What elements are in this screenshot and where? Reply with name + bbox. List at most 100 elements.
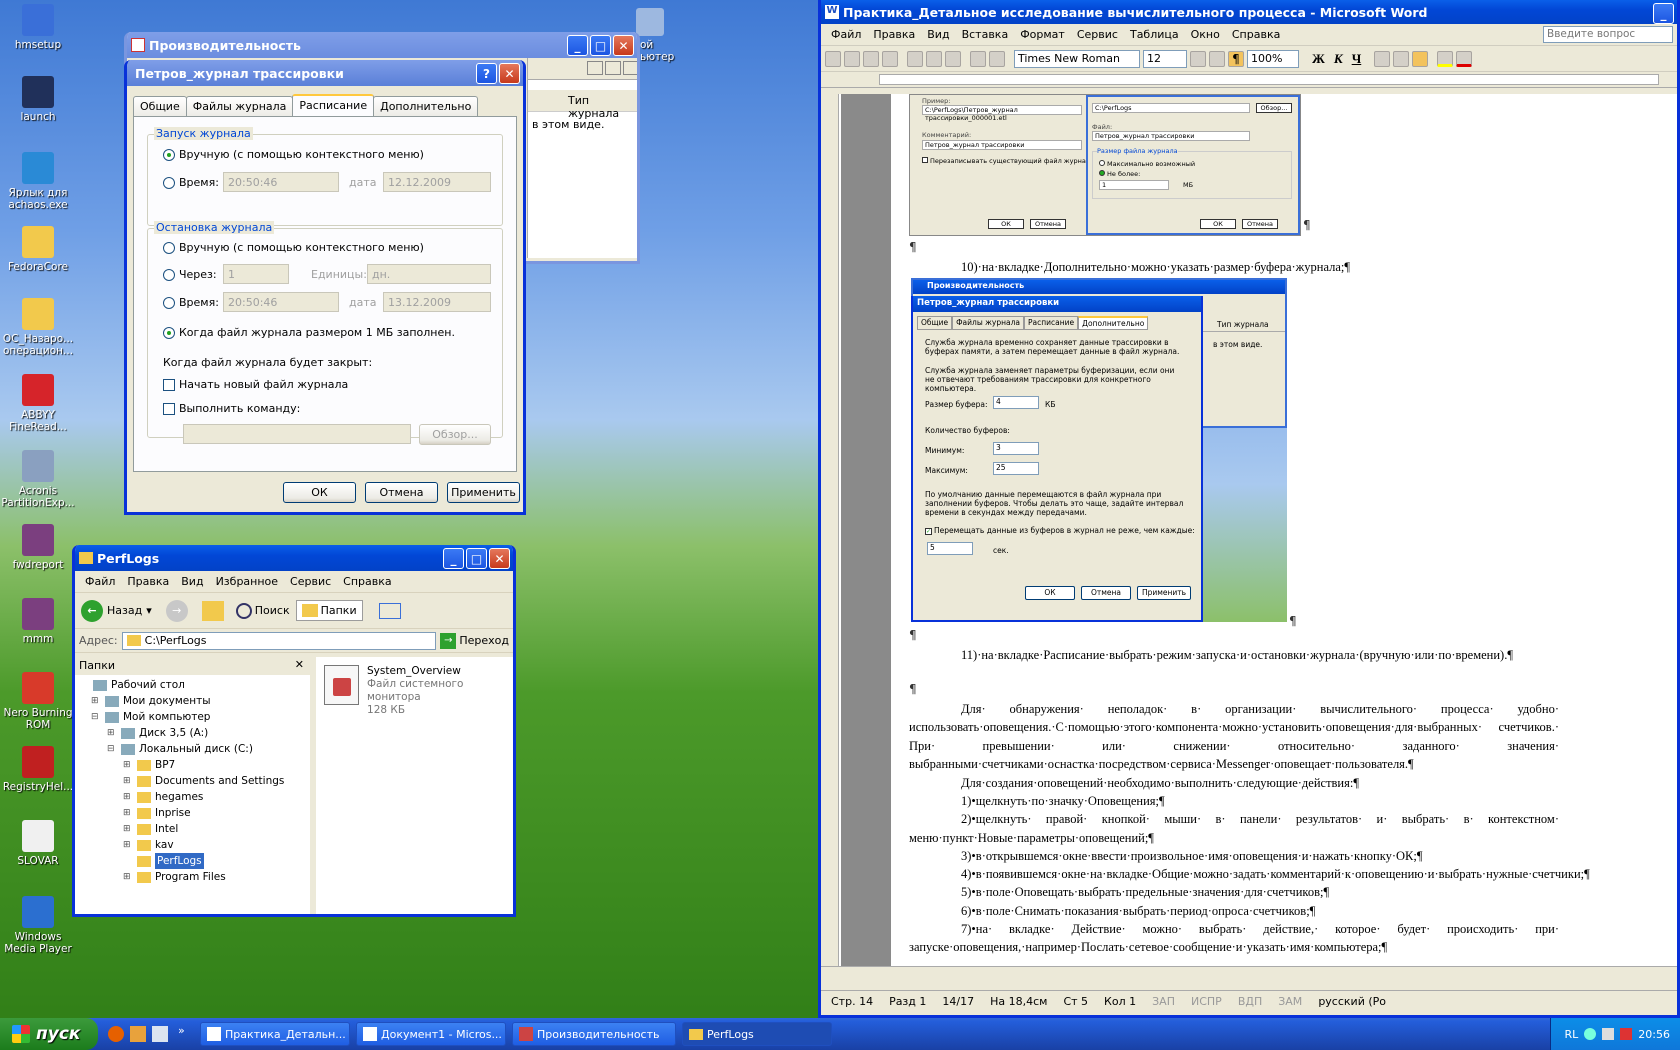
new-file-checkbox[interactable]: [163, 379, 175, 391]
redo-icon[interactable]: [989, 50, 1005, 67]
start-date-input[interactable]: 12.12.2009: [383, 172, 491, 192]
status-ovr[interactable]: ЗАМ: [1278, 995, 1302, 1008]
cut-icon[interactable]: [926, 50, 942, 67]
taskbar-word[interactable]: Практика_Детальн...: [200, 1022, 350, 1046]
network-icon[interactable]: [1584, 1028, 1597, 1040]
menu-help[interactable]: Справка: [1226, 26, 1286, 43]
save-icon[interactable]: [863, 50, 879, 67]
desktop-icon[interactable]: SLOVAR: [0, 820, 76, 867]
address-input[interactable]: C:\PerfLogs: [121, 631, 437, 650]
justify-icon[interactable]: [1412, 50, 1429, 67]
expand-toggle-icon[interactable]: ⊟: [107, 741, 117, 757]
close-button[interactable]: ✕: [489, 548, 510, 569]
table-icon[interactable]: [1190, 50, 1206, 67]
desktop-icon[interactable]: ABBYY FineRead...: [0, 374, 76, 433]
menu-tools[interactable]: Сервис: [1071, 26, 1124, 43]
word-window[interactable]: W Практика_Детальное исследование вычисли…: [818, 0, 1680, 1018]
stop-time-input[interactable]: 20:50:46: [223, 292, 339, 312]
tree-item[interactable]: ⊞ Inprise: [75, 805, 310, 821]
minimize-button[interactable]: _: [567, 35, 588, 56]
back-button[interactable]: ← Назад ▾: [81, 599, 152, 622]
menu-window[interactable]: Окно: [1185, 26, 1226, 43]
tree-item[interactable]: ⊟ Мой компьютер: [75, 709, 310, 725]
volume-icon[interactable]: [1602, 1028, 1615, 1040]
step-item[interactable]: 7)•на· вкладке· Действие· можно· выбрать…: [909, 920, 1559, 957]
desktop-icon[interactable]: Windows Media Player: [0, 896, 76, 955]
desktop-icon[interactable]: FedoraCore: [0, 226, 76, 273]
expand-toggle-icon[interactable]: ⊞: [123, 805, 133, 821]
antivirus-icon[interactable]: [1620, 1028, 1633, 1040]
explorer-window[interactable]: PerfLogs _ □ ✕ Файл Правка Вид Избранное С…: [72, 545, 516, 917]
new-icon[interactable]: [825, 50, 841, 67]
notepad-icon[interactable]: [152, 1026, 168, 1042]
clock[interactable]: 20:56: [1638, 1028, 1670, 1041]
tree-item[interactable]: PerfLogs: [75, 853, 310, 869]
desktop-icon[interactable]: mmm: [0, 598, 76, 645]
run-cmd-checkbox[interactable]: [163, 403, 175, 415]
tab-advanced[interactable]: Дополнительно: [373, 96, 479, 117]
tree-item[interactable]: Рабочий стол: [75, 677, 310, 693]
taskbar-perflogs[interactable]: PerfLogs: [682, 1022, 832, 1046]
expand-toggle-icon[interactable]: ⊟: [91, 709, 101, 725]
tree-item[interactable]: ⊞ BP7: [75, 757, 310, 773]
taskbar-doc1[interactable]: Документ1 - Micros...: [356, 1022, 506, 1046]
minimize-button[interactable]: _: [443, 548, 464, 569]
dialog-close-button[interactable]: ✕: [499, 63, 520, 84]
format-painter-icon[interactable]: [945, 50, 961, 67]
language-indicator[interactable]: RL: [1565, 1028, 1579, 1041]
step-item[interactable]: 5)•в·поле·Оповещать·выбрать·предельные·з…: [909, 883, 1559, 901]
tree-item[interactable]: ⊞ Мои документы: [75, 693, 310, 709]
print-preview-icon[interactable]: [907, 50, 923, 67]
align-left-icon[interactable]: [1374, 50, 1391, 67]
go-button[interactable]: → Переход: [440, 632, 509, 649]
font-size-select[interactable]: 12: [1143, 49, 1187, 68]
stop-size-radio[interactable]: [163, 327, 175, 339]
tab-general[interactable]: Общие: [133, 96, 187, 117]
desktop-icon[interactable]: Acronis PartitionExp...: [0, 450, 76, 509]
paragraph-10[interactable]: 10)·на·вкладке·Дополнительно·можно·указа…: [909, 258, 1559, 276]
expand-toggle-icon[interactable]: ⊞: [123, 773, 133, 789]
tree-item[interactable]: ⊞ kav: [75, 837, 310, 853]
quicklaunch-chevron-icon[interactable]: »: [178, 1024, 185, 1037]
expand-toggle-icon[interactable]: ⊞: [123, 757, 133, 773]
paragraph-11[interactable]: 11)·на·вкладке·Расписание·выбрать·режим·…: [909, 646, 1559, 664]
tree-item[interactable]: ⊟ Локальный диск (C:): [75, 741, 310, 757]
stop-time-radio[interactable]: [163, 297, 175, 309]
ok-button[interactable]: ОК: [283, 482, 356, 503]
minimize-button[interactable]: _: [1653, 3, 1674, 24]
firefox-icon[interactable]: [108, 1026, 124, 1042]
menu-table[interactable]: Таблица: [1124, 26, 1185, 43]
step-item[interactable]: 4)•в·появившемся·окне·на·вкладке·Общие·м…: [909, 865, 1590, 883]
tab-log-files[interactable]: Файлы журнала: [185, 96, 294, 117]
menu-tools[interactable]: Сервис: [284, 573, 337, 590]
view-bar[interactable]: [821, 966, 1677, 984]
file-item[interactable]: System_Overview Файл системного монитора…: [324, 665, 513, 717]
permission-icon[interactable]: [882, 50, 898, 67]
command-input[interactable]: [183, 424, 411, 444]
pilcrow-icon[interactable]: ¶: [1228, 50, 1244, 67]
step-item[interactable]: 2)•щелкнуть· правой· кнопкой· мыши· в· п…: [909, 810, 1559, 847]
close-icon[interactable]: ✕: [295, 658, 304, 671]
undo-icon[interactable]: [970, 50, 986, 67]
close-button[interactable]: ✕: [613, 35, 634, 56]
expand-toggle-icon[interactable]: ⊞: [107, 725, 117, 741]
desktop-icon[interactable]: Nero Burning ROM: [0, 672, 76, 731]
expand-toggle-icon[interactable]: ⊞: [123, 837, 133, 853]
expand-toggle-icon[interactable]: ⊞: [123, 821, 133, 837]
desktop-icon[interactable]: hmsetup: [0, 4, 76, 51]
status-trk[interactable]: ИСПР: [1191, 995, 1222, 1008]
menu-edit[interactable]: Правка: [121, 573, 175, 590]
start-time-radio[interactable]: [163, 177, 175, 189]
trace-log-dialog[interactable]: Петров_журнал трассировки ? ✕ Общие Файлы…: [124, 60, 526, 515]
maximize-button[interactable]: □: [466, 548, 487, 569]
underline-icon[interactable]: Ч: [1352, 51, 1362, 67]
vertical-ruler[interactable]: [821, 94, 839, 966]
step-item[interactable]: 6)•в·поле·Снимать·показания·выбрать·пери…: [909, 902, 1559, 920]
tree-item[interactable]: ⊞ Диск 3,5 (A:): [75, 725, 310, 741]
tree-item[interactable]: ⊞ Intel: [75, 821, 310, 837]
menu-file[interactable]: Файл: [79, 573, 121, 590]
italic-icon[interactable]: К: [1334, 51, 1343, 67]
stop-manual-radio[interactable]: [163, 242, 175, 254]
status-rec[interactable]: ЗАП: [1152, 995, 1175, 1008]
menu-favorites[interactable]: Избранное: [210, 573, 284, 590]
